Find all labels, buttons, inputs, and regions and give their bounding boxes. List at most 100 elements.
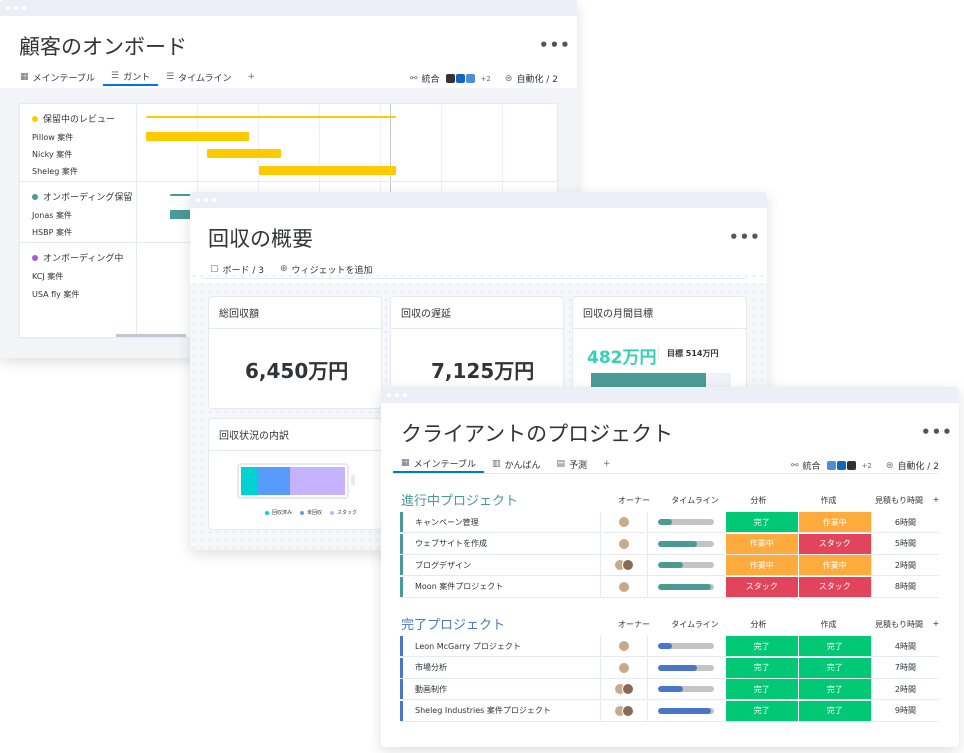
- timeline-cell[interactable]: [646, 657, 725, 678]
- timeline-cell[interactable]: [646, 512, 725, 532]
- owner-cell[interactable]: [600, 576, 647, 597]
- item-name[interactable]: 動画制作: [400, 679, 600, 699]
- gantt-bar[interactable]: [207, 149, 281, 158]
- timeline-cell[interactable]: [646, 576, 725, 597]
- tab-kanban[interactable]: ▥ かんばん: [484, 455, 549, 473]
- analysis-status[interactable]: 作業中: [724, 533, 798, 554]
- table-row[interactable]: 動画制作 完了 完了 2時間: [400, 679, 939, 700]
- estimate-cell[interactable]: 2時間: [870, 555, 939, 575]
- more-menu-button[interactable]: •••: [921, 423, 953, 441]
- timeline-fill: [658, 643, 673, 649]
- chart-icon: ▤: [556, 459, 566, 469]
- item-name[interactable]: ウェブサイトを作成: [400, 533, 600, 554]
- timeline-cell[interactable]: [646, 533, 725, 554]
- add-view-button[interactable]: +: [240, 68, 264, 86]
- add-view-button[interactable]: +: [595, 455, 619, 473]
- avatar: [617, 661, 630, 674]
- app-logo-icon: [826, 461, 836, 470]
- avatar: [617, 640, 630, 652]
- page-title: クライアントのプロジェクト: [401, 422, 674, 446]
- owner-cell[interactable]: [600, 533, 647, 554]
- avatar: [621, 704, 634, 717]
- estimate-cell[interactable]: 2時間: [870, 679, 939, 699]
- avatar: [621, 559, 634, 571]
- item-name[interactable]: Sheleg Industries 案件プロジェクト: [400, 700, 600, 721]
- owner-cell[interactable]: [600, 636, 647, 656]
- creation-status[interactable]: 完了: [797, 679, 871, 699]
- table-row[interactable]: ウェブサイトを作成 作業中 スタック 5時間: [400, 533, 939, 555]
- estimate-cell[interactable]: 7時間: [870, 657, 939, 678]
- creation-status[interactable]: 完了: [797, 636, 871, 656]
- timeline-cell[interactable]: [646, 636, 725, 656]
- analysis-status[interactable]: 作業中: [724, 555, 798, 575]
- automation-button[interactable]: ⊜ 自動化 / 2: [505, 72, 558, 86]
- estimate-cell[interactable]: 6時間: [870, 512, 939, 532]
- creation-status[interactable]: スタック: [797, 576, 871, 597]
- kanban-icon: ▥: [491, 459, 501, 469]
- gantt-group-label: 保留中のレビュー: [32, 112, 148, 125]
- gantt-bar[interactable]: [146, 132, 249, 141]
- timeline-cell[interactable]: [646, 555, 725, 575]
- add-column-button[interactable]: +: [926, 495, 946, 504]
- automation-button[interactable]: ⊜ 自動化 / 2: [886, 459, 939, 473]
- timeline-bar: [658, 562, 715, 568]
- owner-cell[interactable]: [600, 700, 647, 721]
- column-header: オーナー: [618, 620, 650, 629]
- integration-button[interactable]: ⚯ 統合: [410, 72, 440, 86]
- tab-gantt[interactable]: ☰ ガント: [102, 68, 159, 86]
- item-name[interactable]: Leon McGarry プロジェクト: [400, 636, 600, 656]
- integration-button[interactable]: ⚯ 統合: [791, 459, 821, 473]
- more-menu-button[interactable]: •••: [539, 36, 571, 54]
- owner-cell[interactable]: [600, 657, 647, 678]
- group-dot-icon: [32, 193, 38, 200]
- table-row[interactable]: 市場分析 完了 完了 7時間: [400, 657, 939, 679]
- creation-status[interactable]: 完了: [797, 657, 871, 678]
- legend-dot-icon: [330, 510, 335, 515]
- tab-forecast[interactable]: ▤ 予測: [549, 455, 596, 473]
- estimate-cell[interactable]: 8時間: [870, 576, 939, 597]
- add-column-button[interactable]: +: [926, 619, 946, 628]
- add-widget-button[interactable]: ⊕ ウィジェットを追加: [272, 260, 381, 278]
- analysis-status[interactable]: 完了: [724, 679, 798, 699]
- creation-status[interactable]: 完了: [797, 700, 871, 721]
- breakdown-card: 回収状況の内訳 回収済み 未回収 スタック: [208, 418, 382, 530]
- creation-status[interactable]: 作業中: [797, 555, 871, 575]
- battery-segment: [241, 467, 257, 495]
- analysis-status[interactable]: スタック: [724, 576, 798, 597]
- more-menu-button[interactable]: •••: [729, 228, 761, 246]
- gantt-group-bar[interactable]: [146, 116, 396, 118]
- avatar: [617, 580, 630, 593]
- group-title[interactable]: 進行中プロジェクト: [401, 490, 518, 509]
- table-row[interactable]: Moon 案件プロジェクト スタック スタック 8時間: [400, 576, 939, 598]
- owner-cell[interactable]: [600, 555, 647, 575]
- estimate-cell[interactable]: 5時間: [870, 533, 939, 554]
- timeline-cell[interactable]: [646, 700, 725, 721]
- tab-main-table[interactable]: ▦ メインテーブル: [12, 68, 103, 86]
- analysis-status[interactable]: 完了: [724, 700, 798, 721]
- owner-cell[interactable]: [600, 512, 647, 532]
- table-row[interactable]: Leon McGarry プロジェクト 完了 完了 4時間: [400, 636, 939, 657]
- estimate-cell[interactable]: 9時間: [870, 700, 939, 721]
- item-name[interactable]: ブログデザイン: [400, 555, 600, 575]
- item-name[interactable]: キャンペーン管理: [400, 512, 600, 532]
- tab-timeline[interactable]: ☰ タイムライン: [158, 68, 239, 86]
- table-row[interactable]: キャンペーン管理 完了 作業中 6時間: [400, 512, 939, 533]
- boards-button[interactable]: ▢ ボード / 3: [202, 260, 272, 278]
- tab-main-table[interactable]: ▦ メインテーブル: [393, 455, 484, 473]
- timeline-bar: [658, 519, 715, 525]
- creation-status[interactable]: 作業中: [797, 512, 871, 532]
- group-title[interactable]: 完了プロジェクト: [401, 614, 505, 633]
- analysis-status[interactable]: 完了: [724, 657, 798, 678]
- table-row[interactable]: Sheleg Industries 案件プロジェクト 完了 完了 9時間: [400, 700, 939, 722]
- timeline-cell[interactable]: [646, 679, 725, 699]
- analysis-status[interactable]: 完了: [724, 636, 798, 656]
- estimate-cell[interactable]: 4時間: [870, 636, 939, 656]
- item-name[interactable]: Moon 案件プロジェクト: [400, 576, 600, 597]
- owner-cell[interactable]: [600, 679, 647, 699]
- gantt-bar[interactable]: [259, 166, 396, 175]
- analysis-status[interactable]: 完了: [724, 512, 798, 532]
- item-name[interactable]: 市場分析: [400, 657, 600, 678]
- app-logo-icon: [455, 74, 465, 83]
- table-row[interactable]: ブログデザイン 作業中 作業中 2時間: [400, 555, 939, 576]
- creation-status[interactable]: スタック: [797, 533, 871, 554]
